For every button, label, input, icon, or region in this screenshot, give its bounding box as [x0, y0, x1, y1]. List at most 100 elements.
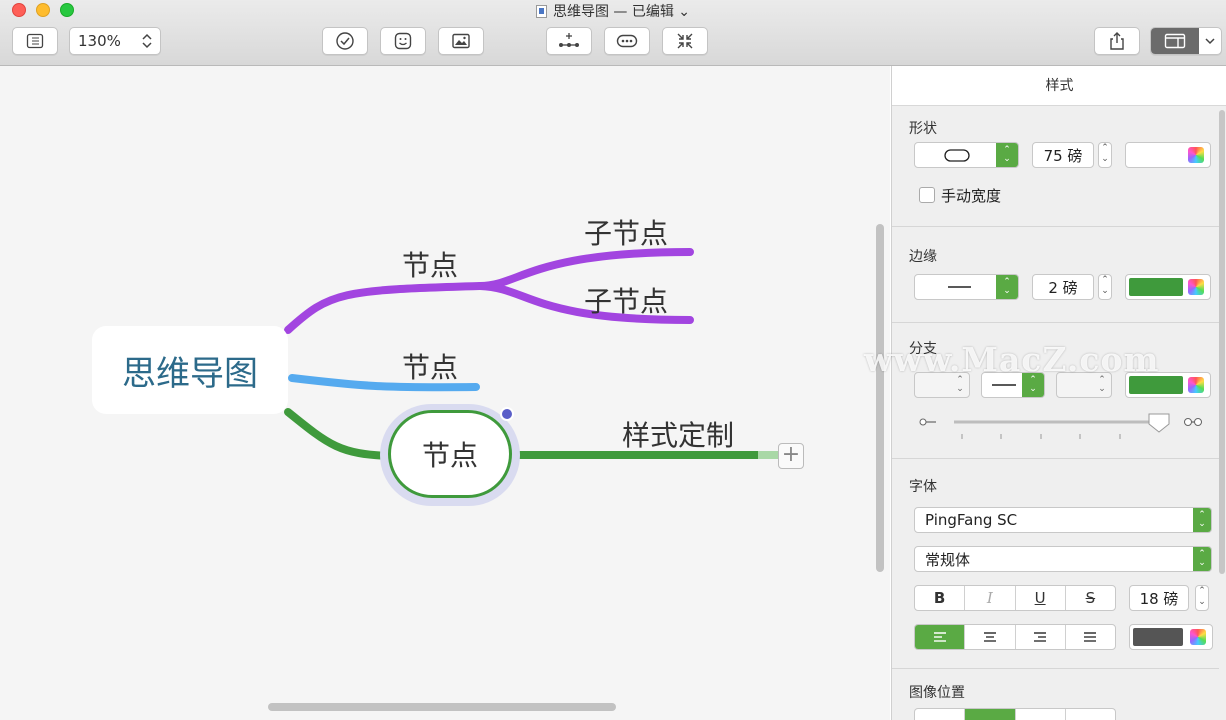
section-divider	[892, 226, 1219, 227]
image-position-section-title: 图像位置	[909, 685, 965, 701]
window-title[interactable]: 思维导图 — 已编辑 ⌄	[0, 1, 1226, 21]
font-color-well[interactable]	[1129, 624, 1213, 650]
align-right-button[interactable]	[1016, 625, 1066, 649]
branch-line-green	[284, 408, 394, 460]
summary-button[interactable]	[604, 27, 650, 55]
image-position-segmented[interactable]	[914, 708, 1116, 720]
font-family-arrows: ⌃ ⌄	[1193, 508, 1211, 532]
font-section-title: 字体	[909, 479, 937, 495]
border-line-select-arrows: ⌃ ⌄	[996, 275, 1018, 299]
focus-button[interactable]	[662, 27, 708, 55]
color-wheel-icon[interactable]	[1190, 629, 1206, 645]
align-justify-button[interactable]	[1066, 625, 1115, 649]
align-right-icon	[1034, 632, 1047, 642]
thick-end-icon	[1184, 418, 1192, 426]
chevron-down-icon	[1205, 38, 1215, 45]
subtopic-node[interactable]: 子节点	[584, 280, 668, 320]
underline-button[interactable]: U	[1016, 586, 1066, 610]
border-line-select[interactable]: ⌃ ⌄	[914, 274, 1019, 300]
share-button[interactable]	[1094, 27, 1140, 55]
format-inspector: 样式 形状 ⌃ ⌄ 75 磅 ⌃ ⌄ 手动宽度 边缘 ⌃ ⌄ 2 磅 ⌃ ⌄ 分支 ⌃ ⌄…	[891, 66, 1226, 720]
image-position-left[interactable]	[915, 709, 966, 720]
inspector-toggle-button[interactable]	[1150, 27, 1222, 55]
outline-view-button[interactable]	[12, 27, 58, 55]
strikethrough-button[interactable]: S	[1066, 586, 1115, 610]
manual-width-checkbox[interactable]	[919, 187, 935, 203]
align-left-icon	[933, 632, 946, 642]
branch-taper-slider[interactable]	[892, 406, 1219, 446]
font-emphasis-segmented[interactable]: B I U S	[914, 585, 1116, 611]
font-family-value: PingFang SC	[925, 511, 1018, 529]
add-topic-button[interactable]: +	[778, 443, 804, 469]
font-size-stepper[interactable]: ⌃ ⌄	[1195, 585, 1209, 611]
share-icon	[1110, 32, 1124, 50]
font-style-arrows: ⌃ ⌄	[1193, 547, 1211, 571]
checkmark-circle-icon	[336, 32, 354, 50]
font-style-select[interactable]: 常规体 ⌃ ⌄	[914, 546, 1212, 572]
zoom-select[interactable]: 130%	[69, 27, 161, 55]
image-position-right[interactable]	[1016, 709, 1066, 720]
font-color-swatch	[1133, 628, 1183, 646]
color-wheel-icon[interactable]	[1188, 377, 1204, 393]
border-section-title: 边缘	[909, 249, 937, 265]
align-center-button[interactable]	[965, 625, 1016, 649]
align-left-button[interactable]	[915, 625, 966, 649]
sticker-icon	[394, 32, 412, 50]
sticker-button[interactable]	[380, 27, 426, 55]
add-child-node-button[interactable]	[546, 27, 592, 55]
section-divider	[892, 322, 1219, 323]
image-button[interactable]	[438, 27, 484, 55]
rounded-shape-icon	[944, 149, 970, 162]
image-position-bottom[interactable]	[1066, 709, 1115, 720]
title-bar: 思维导图 — 已编辑 ⌄ 130%	[0, 0, 1226, 66]
inspector-toggle[interactable]	[1151, 28, 1199, 54]
topic-node[interactable]: 节点	[402, 346, 458, 386]
relationship-handle[interactable]	[500, 407, 514, 421]
window-title-text: 思维导图 — 已编辑 ⌄	[552, 4, 691, 20]
watermark: www.MacZ.com	[864, 340, 1160, 379]
document-icon	[535, 5, 547, 18]
task-button[interactable]	[322, 27, 368, 55]
color-wheel-icon[interactable]	[1188, 279, 1204, 295]
subtopic-node[interactable]: 样式定制	[622, 414, 734, 454]
align-justify-icon	[1084, 632, 1097, 642]
tab-style[interactable]: 样式	[892, 66, 1226, 106]
font-size-field[interactable]: 18 磅	[1129, 585, 1189, 611]
central-topic[interactable]: 思维导图	[92, 326, 288, 414]
subtopic-node[interactable]: 子节点	[584, 212, 668, 252]
section-divider	[892, 668, 1219, 669]
align-center-icon	[983, 632, 996, 642]
thick-end-icon	[1194, 418, 1202, 426]
inspector-scrollbar[interactable]	[1219, 110, 1225, 574]
selected-topic-node[interactable]: 节点	[388, 410, 512, 498]
topic-node[interactable]: 节点	[402, 244, 458, 284]
font-family-select[interactable]: PingFang SC ⌃ ⌄	[914, 507, 1212, 533]
shape-size-stepper[interactable]: ⌃ ⌄	[1098, 142, 1112, 168]
shape-size-field[interactable]: 75 磅	[1032, 142, 1094, 168]
add-node-icon	[559, 33, 579, 47]
italic-button[interactable]: I	[965, 586, 1016, 610]
manual-width-label: 手动宽度	[941, 187, 1002, 205]
color-wheel-icon[interactable]	[1188, 147, 1204, 163]
solid-line-icon	[948, 286, 971, 288]
font-style-value: 常规体	[925, 550, 971, 569]
text-align-segmented[interactable]	[914, 624, 1116, 650]
thin-end-icon	[919, 418, 927, 426]
bold-button[interactable]: B	[915, 586, 966, 610]
vertical-scrollbar[interactable]	[876, 224, 884, 572]
horizontal-scrollbar[interactable]	[268, 703, 616, 711]
border-color-swatch	[1129, 278, 1183, 296]
inspector-menu-button[interactable]	[1199, 37, 1221, 45]
image-position-top[interactable]	[965, 709, 1016, 720]
stepper-icon	[142, 33, 152, 49]
border-width-field[interactable]: 2 磅	[1032, 274, 1094, 300]
section-divider	[892, 458, 1219, 459]
shape-fill-color-well[interactable]	[1125, 142, 1211, 168]
image-icon	[452, 33, 470, 49]
slider-knob[interactable]	[1148, 413, 1170, 433]
inspector-panel-icon	[1164, 33, 1186, 49]
shape-fill-swatch	[1129, 146, 1183, 164]
border-color-well[interactable]	[1125, 274, 1211, 300]
border-width-stepper[interactable]: ⌃ ⌄	[1098, 274, 1112, 300]
shape-select[interactable]: ⌃ ⌄	[914, 142, 1019, 168]
